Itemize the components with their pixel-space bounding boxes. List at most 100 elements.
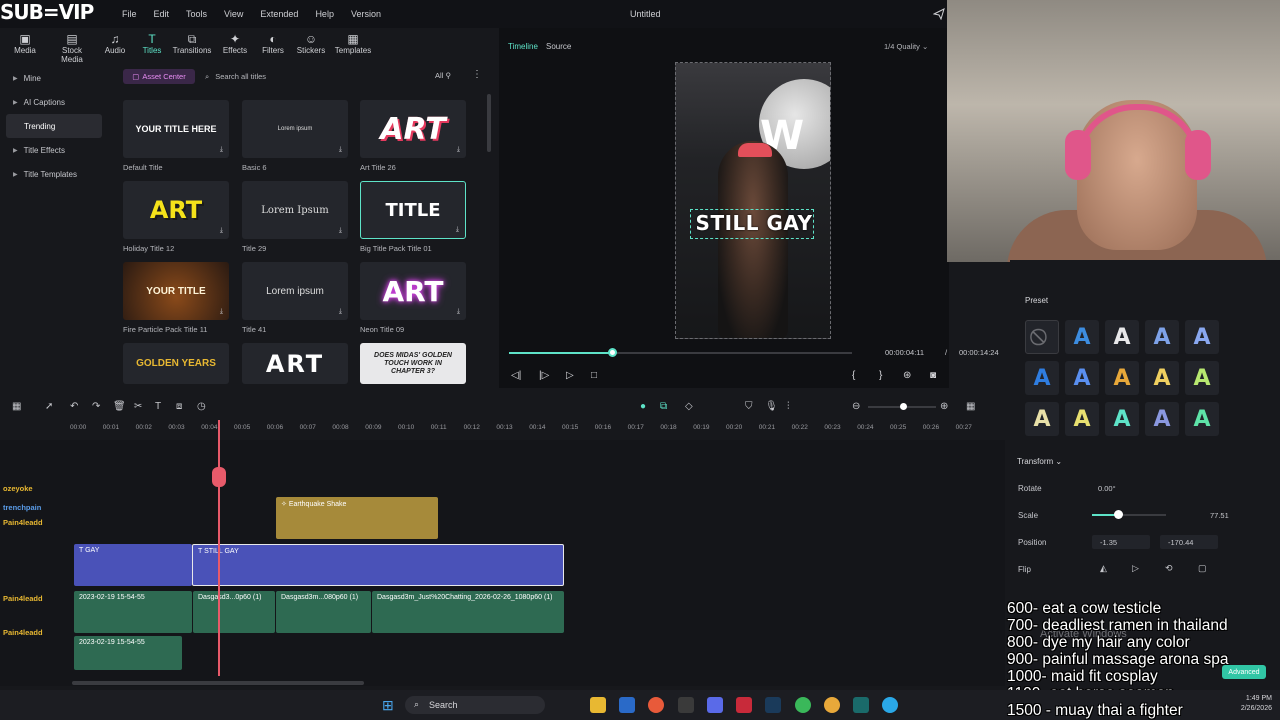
tab-filters[interactable]: ◐ Filters (254, 28, 292, 64)
scale-knob[interactable] (1113, 510, 1123, 519)
video-clip-5[interactable]: 2023-02-19 15-54-55 (74, 636, 182, 670)
preset-style[interactable]: A (1105, 361, 1139, 395)
title-card-title-41[interactable]: Lorem ipsum ⤓ (242, 262, 348, 320)
grid-icon[interactable]: ▦ (966, 401, 975, 412)
windows-start-icon[interactable]: ⊞ (382, 697, 394, 714)
position-y-input[interactable]: -170.44 (1160, 535, 1218, 549)
playback-progress[interactable] (509, 348, 852, 357)
preset-style[interactable]: A (1065, 320, 1099, 354)
title-card-art-26[interactable]: ART ⤓ (360, 100, 466, 158)
playhead[interactable] (218, 420, 220, 676)
play-frame-icon[interactable]: |▷ (539, 370, 549, 381)
acrobat-icon[interactable] (736, 697, 752, 713)
edge-icon[interactable] (882, 697, 898, 713)
position-x-input[interactable]: -1.35 (1092, 535, 1150, 549)
tab-stock-media[interactable]: ▤ Stock Media (50, 28, 94, 64)
menu-view[interactable]: View (224, 9, 243, 19)
file-explorer-icon[interactable] (590, 697, 606, 713)
zoom-in-icon[interactable]: ⊕ (940, 401, 948, 412)
render-icon[interactable]: ⊛ (903, 370, 911, 381)
progress-knob[interactable] (607, 348, 617, 357)
preset-style[interactable]: A (1065, 402, 1099, 436)
tab-audio[interactable]: ♫ Audio (94, 28, 136, 64)
crop-icon[interactable]: ⧈ (176, 401, 182, 412)
preset-style[interactable]: A (1025, 402, 1059, 436)
sidebar-item-ai-captions[interactable]: ▶ AI Captions (0, 90, 108, 114)
scale-slider[interactable] (1092, 510, 1166, 519)
filter-dropdown[interactable]: All ⚲ (435, 71, 451, 80)
flip-vertical-icon[interactable]: ▷ (1132, 563, 1139, 574)
zoom-out-icon[interactable]: ⊖ (852, 401, 860, 412)
play-icon[interactable]: ▷ (566, 370, 574, 381)
preview-canvas[interactable]: W STILL GAY (675, 62, 831, 339)
search-input[interactable]: ⌕ Search all titles (205, 69, 420, 84)
mixer-icon[interactable]: ⫶ (787, 401, 790, 412)
snapshot-icon[interactable]: ◙ (930, 370, 936, 381)
title-card-big-title-pack-01[interactable]: TITLE ⤓ (360, 181, 466, 239)
title-clip-1[interactable]: T GAY (74, 544, 192, 586)
mark-out-icon[interactable]: } (879, 370, 882, 381)
tab-transitions[interactable]: ⧉ Transitions (168, 28, 216, 64)
tab-titles[interactable]: T Titles (136, 28, 168, 64)
obs-icon[interactable] (678, 697, 694, 713)
preset-style[interactable]: A (1185, 361, 1219, 395)
browser-scrollbar[interactable] (487, 94, 491, 152)
title-card-basic-6[interactable]: Lorem ipsum ⤓ (242, 100, 348, 158)
title-clip-2[interactable]: T STILL GAY (192, 544, 564, 586)
steam-icon[interactable] (765, 697, 781, 713)
select-icon[interactable]: ➚ (45, 401, 53, 412)
video-clip-3[interactable]: Dasgasd3m...080p60 (1) (276, 591, 371, 633)
title-card-holiday-12[interactable]: ART ⤓ (123, 181, 229, 239)
menu-file[interactable]: File (122, 9, 137, 19)
tab-stickers[interactable]: ☺ Stickers (292, 28, 330, 64)
sidebar-item-trending[interactable]: Trending (6, 114, 102, 138)
title-card-art[interactable]: ART (242, 343, 348, 384)
scale-value[interactable]: 77.51 (1210, 511, 1229, 520)
tab-media[interactable]: ▣ Media (0, 28, 50, 64)
more-options-icon[interactable]: ⋮ (472, 69, 482, 80)
rotate-icon[interactable]: ⟲ (1165, 563, 1173, 574)
browser-icon[interactable] (824, 697, 840, 713)
preset-style[interactable]: A (1105, 320, 1139, 354)
sidebar-item-title-effects[interactable]: ▶ Title Effects (0, 138, 108, 162)
chrome-icon[interactable] (648, 697, 664, 713)
sidebar-item-mine[interactable]: ▶ Mine (0, 66, 108, 90)
preset-style[interactable]: A (1185, 320, 1219, 354)
canvas-title-text[interactable]: STILL GAY (690, 211, 818, 235)
title-card-midas[interactable]: DOES MIDAS' GOLDEN TOUCH WORK IN CHAPTER… (360, 343, 466, 384)
zoom-knob[interactable] (900, 403, 907, 410)
stop-icon[interactable]: □ (591, 370, 597, 381)
shield-icon[interactable]: ⛉ (745, 401, 753, 412)
preset-style[interactable]: A (1065, 361, 1099, 395)
delete-icon[interactable]: 🗑 (113, 401, 126, 412)
menu-version[interactable]: Version (351, 9, 381, 19)
tab-templates[interactable]: ▦ Templates (330, 28, 376, 64)
link-icon[interactable]: ⧉ (660, 401, 667, 412)
timeline-ruler[interactable]: 00:00 00:01 00:02 00:03 00:04 00:05 00:06 00:07… (70, 420, 1000, 436)
tab-source[interactable]: Source (546, 42, 571, 51)
chrome-alt-icon[interactable] (795, 697, 811, 713)
redo-icon[interactable]: ↷ (92, 401, 100, 412)
asset-center-button[interactable]: ▢ Asset Center (123, 69, 195, 84)
mic-icon[interactable]: 🎙 (765, 401, 778, 412)
mark-in-icon[interactable]: { (852, 370, 855, 381)
store-icon[interactable] (619, 697, 635, 713)
preset-style[interactable]: A (1145, 402, 1179, 436)
menu-extended[interactable]: Extended (260, 9, 298, 19)
title-card-fire-particle-11[interactable]: YOUR TITLE ⤓ (123, 262, 229, 320)
quality-dropdown[interactable]: 1/4 Quality ⌄ (884, 42, 928, 51)
preset-style[interactable]: A (1025, 361, 1059, 395)
tab-timeline[interactable]: Timeline (508, 42, 538, 51)
menu-edit[interactable]: Edit (154, 9, 170, 19)
discord-icon[interactable] (707, 697, 723, 713)
send-icon[interactable] (933, 8, 945, 20)
flip-horizontal-icon[interactable]: ◭ (1100, 563, 1107, 574)
taskbar-search[interactable]: ⌕ Search (405, 696, 545, 714)
speed-icon[interactable]: ◷ (197, 401, 206, 412)
preset-style[interactable]: A (1145, 361, 1179, 395)
split-icon[interactable]: ✂ (134, 401, 142, 412)
timeline-scrollbar[interactable] (72, 681, 364, 685)
menu-tools[interactable]: Tools (186, 9, 207, 19)
video-clip-1[interactable]: 2023-02-19 15-54-55 (74, 591, 192, 633)
effect-clip[interactable]: ✧ Earthquake Shake (276, 497, 438, 539)
